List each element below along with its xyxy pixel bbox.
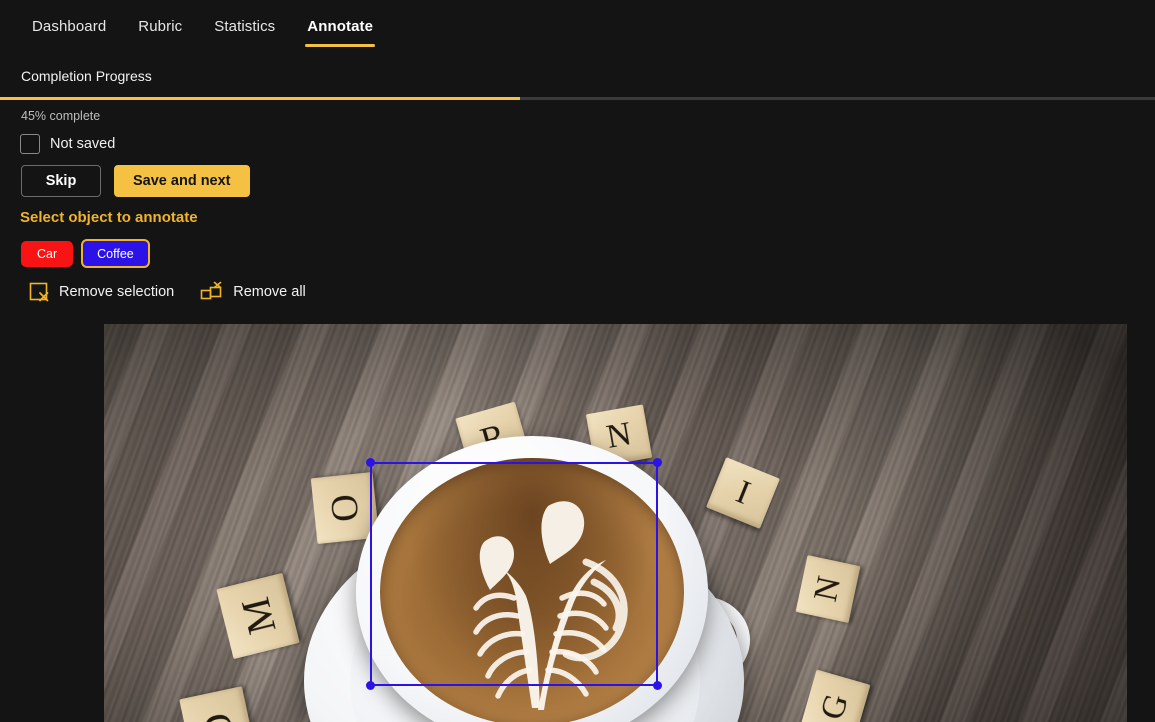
annotation-app: Dashboard Rubric Statistics Annotate Com…	[0, 0, 1155, 722]
tab-rubric[interactable]: Rubric	[122, 18, 198, 47]
main-navigation: Dashboard Rubric Statistics Annotate	[0, 0, 389, 76]
remove-all-label: Remove all	[233, 284, 306, 300]
remove-all-button[interactable]: Remove all	[200, 281, 306, 303]
progress-track	[0, 97, 1155, 100]
tab-statistics[interactable]: Statistics	[198, 18, 291, 47]
action-buttons: Skip Save and next	[21, 165, 250, 197]
saved-checkbox[interactable]	[20, 134, 40, 154]
tab-annotate[interactable]: Annotate	[291, 18, 389, 47]
progress-percent-label: 45% complete	[21, 109, 101, 123]
remove-controls: Remove selection Remove all	[28, 281, 306, 303]
bbox-handle-bottom-left[interactable]	[366, 681, 375, 690]
select-object-heading: Select object to annotate	[20, 209, 198, 226]
bbox-handle-bottom-right[interactable]	[653, 681, 662, 690]
remove-all-icon	[200, 281, 224, 303]
object-tag-car[interactable]: Car	[21, 240, 74, 267]
annotation-canvas[interactable]: M O R N I N G D	[104, 324, 1127, 722]
object-tag-list: Car Coffee	[21, 239, 150, 268]
progress-fill	[0, 97, 520, 100]
remove-selection-label: Remove selection	[59, 284, 175, 300]
bounding-box-coffee[interactable]	[366, 458, 662, 690]
progress-title: Completion Progress	[21, 68, 152, 84]
remove-selection-icon	[28, 281, 50, 303]
completion-progress: Completion Progress 45% complete	[0, 68, 1155, 123]
tab-dashboard[interactable]: Dashboard	[22, 18, 122, 47]
save-and-next-button[interactable]: Save and next	[114, 165, 250, 197]
saved-checkbox-label: Not saved	[50, 136, 116, 152]
bbox-handle-top-right[interactable]	[653, 458, 662, 467]
save-status-row: Not saved	[20, 134, 115, 154]
remove-selection-button[interactable]: Remove selection	[28, 281, 174, 303]
object-tag-coffee[interactable]: Coffee	[81, 239, 150, 268]
skip-button[interactable]: Skip	[21, 165, 101, 197]
bbox-handle-top-left[interactable]	[366, 458, 375, 467]
